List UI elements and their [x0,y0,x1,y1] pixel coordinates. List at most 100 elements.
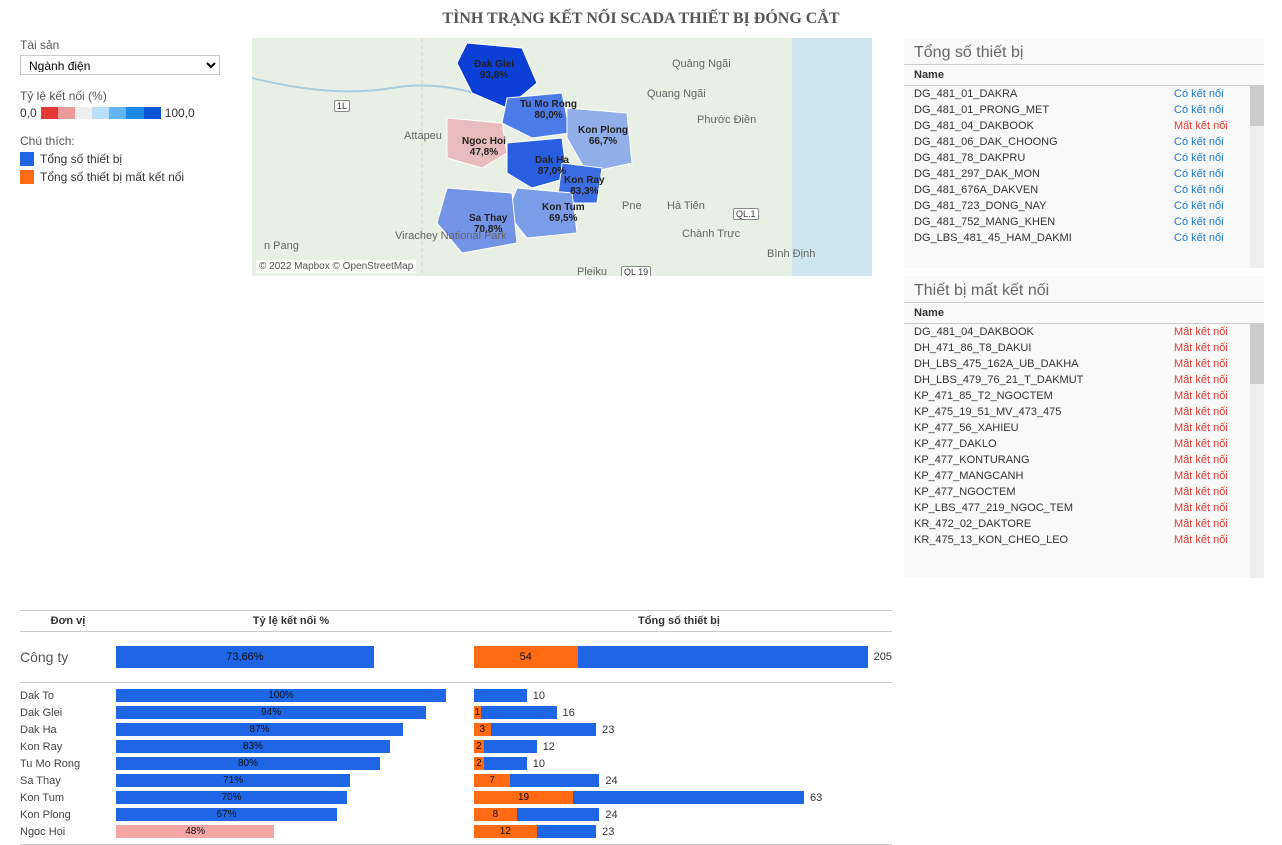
unit-lost-bar[interactable]: 7 [474,774,510,787]
unit-pct-bar[interactable]: 67% [116,808,337,821]
route-shield: QL 19 [621,266,651,276]
table-row[interactable]: KR_475_13_KON_CHEO_LEOMất kết nối [904,532,1264,548]
table-row[interactable]: DH_LBS_479_76_21_T_DAKMUTMất kết nối [904,372,1264,388]
table-row[interactable]: KP_471_85_T2_NGOCTEMMất kết nối [904,388,1264,404]
unit-total-bar[interactable]: 2 [474,740,537,753]
ratio-min: 0,0 [20,106,37,120]
table-row[interactable]: DG_481_04_DAKBOOKMất kết nối [904,118,1264,134]
panel-lost-scrollbar[interactable] [1250,324,1264,578]
device-status: Mất kết nối [1174,502,1254,514]
device-status: Mất kết nối [1174,120,1254,132]
unit-total-bar[interactable]: 2 [474,757,527,770]
table-row[interactable]: KP_477_56_XAHIEUMất kết nối [904,420,1264,436]
unit-total-value: 10 [533,758,545,770]
device-name: KR_475_13_KON_CHEO_LEO [914,534,1174,546]
unit-pct-bar[interactable]: 70% [116,791,347,804]
ratio-gradient [41,107,161,119]
company-lost-bar[interactable]: 54 [474,646,578,668]
device-status: Có kết nối [1174,216,1254,228]
table-row[interactable]: KP_477_MANGCANHMất kết nối [904,468,1264,484]
scrollbar-thumb[interactable] [1250,86,1264,126]
device-name: KP_475_19_51_MV_473_475 [914,406,1174,418]
table-row[interactable]: DG_481_04_DAKBOOKMất kết nối [904,324,1264,340]
table-row[interactable]: DG_481_752_MANG_KHENCó kết nối [904,214,1264,230]
device-status: Có kết nối [1174,88,1254,100]
unit-total-bar[interactable] [474,689,527,702]
table-row[interactable]: KP_477_KONTURANGMất kết nối [904,452,1264,468]
table-row[interactable]: KP_LBS_477_219_NGOC_TEMMất kết nối [904,500,1264,516]
company-total-bar[interactable]: 54 [474,646,868,668]
device-status: Mất kết nối [1174,326,1254,338]
device-name: DG_481_78_DAKPRU [914,152,1174,164]
unit-name: Kon Plong [20,809,116,821]
unit-total-value: 23 [602,724,614,736]
unit-lost-bar[interactable]: 3 [474,723,491,736]
device-name: KP_477_DAKLO [914,438,1174,450]
table-row[interactable]: DG_481_723_DONG_NAYCó kết nối [904,198,1264,214]
unit-pct-bar[interactable]: 87% [116,723,403,736]
unit-lost-bar[interactable]: 2 [474,740,484,753]
device-status: Mất kết nối [1174,422,1254,434]
asset-label: Tài sản [20,38,240,52]
table-row[interactable]: DG_481_676A_DAKVENCó kết nối [904,182,1264,198]
map-city-label: Quảng Ngãi [672,58,731,70]
company-pct-bar[interactable]: 73,66% [116,646,374,668]
table-row[interactable]: DH_471_86_T8_DAKUIMất kết nối [904,340,1264,356]
device-name: DG_481_04_DAKBOOK [914,326,1174,338]
table-row[interactable]: KP_477_DAKLOMất kết nối [904,436,1264,452]
device-status: Mất kết nối [1174,406,1254,418]
unit-total-bar[interactable]: 1 [474,706,557,719]
table-row[interactable]: KP_475_19_51_MV_473_475Mất kết nối [904,404,1264,420]
unit-total-bar[interactable]: 12 [474,825,596,838]
unit-lost-bar[interactable]: 19 [474,791,573,804]
table-row[interactable]: DG_481_01_DAKRACó kết nối [904,86,1264,102]
unit-pct-bar[interactable]: 83% [116,740,390,753]
map-city-label: Quang Ngãi [647,88,706,100]
table-row[interactable]: DG_481_297_DAK_MONCó kết nối [904,166,1264,182]
unit-total-value: 24 [605,775,617,787]
device-name: KP_477_56_XAHIEU [914,422,1174,434]
table-row[interactable]: DG_481_06_DAK_CHOONGCó kết nối [904,134,1264,150]
table-row[interactable]: DH_LBS_475_162A_UB_DAKHAMất kết nối [904,356,1264,372]
unit-pct-bar[interactable]: 94% [116,706,426,719]
legend-total-swatch [20,152,34,166]
unit-lost-bar[interactable]: 2 [474,757,484,770]
unit-row: Kon Ray83%212 [20,738,892,755]
device-name: KP_477_NGOCTEM [914,486,1174,498]
unit-pct-bar[interactable]: 80% [116,757,380,770]
table-row[interactable]: DG_LBS_481_45_HAM_DAKMICó kết nối [904,230,1264,246]
device-status: Mất kết nối [1174,374,1254,386]
unit-lost-bar[interactable]: 12 [474,825,537,838]
device-name: KP_477_KONTURANG [914,454,1174,466]
unit-pct-bar[interactable]: 71% [116,774,350,787]
unit-total-bar[interactable]: 3 [474,723,596,736]
asset-select[interactable]: Ngành điện [20,55,220,75]
unit-total-bar[interactable]: 19 [474,791,804,804]
unit-lost-bar[interactable]: 1 [474,706,481,719]
unit-total-value: 24 [605,809,617,821]
table-row[interactable]: DG_481_78_DAKPRUCó kết nối [904,150,1264,166]
unit-name: Sa Thay [20,775,116,787]
unit-pct-bar[interactable]: 48% [116,825,274,838]
table-row[interactable]: KP_477_NGOCTEMMất kết nối [904,484,1264,500]
device-name: KP_477_MANGCANH [914,470,1174,482]
legend-label: Chú thích: [20,134,240,148]
panel-total-scrollbar[interactable] [1250,86,1264,268]
unit-row: Kon Plong67% 8 24 [20,806,892,823]
unit-total-bar[interactable]: 8 [474,808,599,821]
unit-pct-bar[interactable]: 100% [116,689,446,702]
unit-row: Dak Glei94%116 [20,704,892,721]
map-city-label: Bình Định [767,248,815,260]
map-city-label: n Pang [264,240,299,252]
device-status: Mất kết nối [1174,438,1254,450]
table-row[interactable]: KR_472_02_DAKTOREMất kết nối [904,516,1264,532]
map-region-label: Kon Plong66,7% [578,126,628,147]
choropleth-map[interactable]: Đak Glei93,8%Tu Mo Rong80,0%Ngoc Hoi47,8… [252,38,872,276]
scrollbar-thumb[interactable] [1250,324,1264,384]
table-row[interactable]: DG_481_01_PRONG_METCó kết nối [904,102,1264,118]
unit-name: Ngoc Hoi [20,826,116,838]
unit-lost-bar[interactable]: 8 [474,808,517,821]
unit-row: Tu Mo Rong80%210 [20,755,892,772]
unit-total-bar[interactable]: 7 [474,774,599,787]
panel-total-title: Tổng số thiết bị [904,38,1264,64]
